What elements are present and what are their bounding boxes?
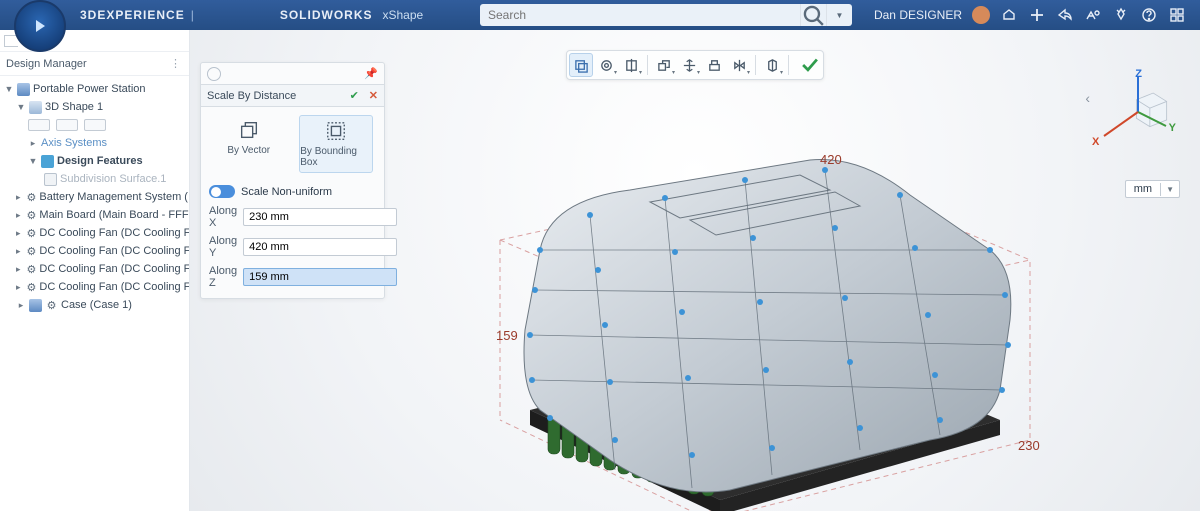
collab-icon[interactable]	[1084, 6, 1102, 24]
tool-visibility[interactable]: ▾	[594, 53, 618, 77]
toggle-label: Scale Non-uniform	[241, 186, 332, 198]
tool-symmetry[interactable]: ▾	[727, 53, 751, 77]
tree-item[interactable]: ▸⚙DC Cooling Fan (DC Cooling F…	[0, 260, 189, 278]
plane-chip-yz[interactable]	[56, 119, 78, 131]
units-label: mm	[1126, 181, 1160, 197]
avatar[interactable]	[972, 6, 990, 24]
chevron-down-icon: ▼	[1160, 183, 1179, 196]
search-box: ▼	[480, 4, 852, 26]
tree-subdivision-surface[interactable]: Subdivision Surface.1	[0, 170, 189, 188]
tree-item[interactable]: ▸⚙Main Board (Main Board - FFF 1)	[0, 206, 189, 224]
tree-item[interactable]: ▸⚙DC Cooling Fan (DC Cooling F…	[0, 224, 189, 242]
scale-by-distance-panel: 📌 Scale By Distance ✔ ✕ By Vector By Bou…	[200, 62, 385, 299]
add-icon[interactable]	[1028, 6, 1046, 24]
tree-axis-systems[interactable]: ▸Axis Systems	[0, 134, 189, 152]
help-icon[interactable]	[1140, 6, 1158, 24]
tool-align[interactable]: ▾	[619, 53, 643, 77]
vector-icon	[238, 119, 260, 141]
tool-display[interactable]: ▾	[760, 53, 784, 77]
tool-scale[interactable]: ▾	[652, 53, 676, 77]
dim-x: 420	[820, 152, 842, 167]
dim-z: 230	[1018, 438, 1040, 453]
axis-y-label: Y	[1169, 122, 1176, 134]
dim-y: 159	[496, 328, 518, 343]
along-y-input[interactable]	[243, 238, 397, 256]
model-render: 420 159 230	[430, 120, 1070, 511]
user-name[interactable]: Dan DESIGNER	[874, 8, 962, 22]
3d-viewport[interactable]: ▾ ▾ ▾ ▾ ▾ ▾ 📌 Scale By Distance ✔ ✕	[190, 30, 1200, 511]
bbox-icon	[325, 120, 347, 142]
tree-root[interactable]: ▼Portable Power Station	[0, 80, 189, 98]
along-x-input[interactable]	[243, 208, 397, 226]
tree-item[interactable]: ▸⚙Battery Management System (…	[0, 188, 189, 206]
tree-item[interactable]: ▸⚙Case (Case 1)	[0, 296, 189, 314]
pin-icon[interactable]: 📌	[364, 67, 378, 80]
tree-design-features[interactable]: ▼Design Features	[0, 152, 189, 170]
action-toolbar: ▾ ▾ ▾ ▾ ▾ ▾	[566, 50, 824, 80]
panel-title: Scale By Distance	[207, 90, 350, 102]
product-label: SOLIDWORKS	[280, 8, 373, 22]
ifwe-icon[interactable]	[1112, 6, 1130, 24]
tool-select[interactable]	[569, 53, 593, 77]
view-triad[interactable]: Z Y X	[1060, 70, 1170, 170]
compass-button[interactable]	[14, 0, 66, 52]
axis-x-label: X	[1092, 136, 1099, 148]
search-input[interactable]	[480, 8, 800, 22]
mode-by-bounding-box[interactable]: By Bounding Box	[299, 115, 373, 173]
plane-chip-zx[interactable]	[84, 119, 106, 131]
notifications-icon[interactable]	[1000, 6, 1018, 24]
tree-3dshape[interactable]: ▼3D Shape 1	[0, 98, 189, 116]
home-icon[interactable]	[1168, 6, 1186, 24]
search-scope-dropdown[interactable]: ▼	[826, 4, 852, 26]
cancel-button[interactable]: ✕	[369, 89, 378, 102]
app-topbar: 3DEXPERIENCE | SOLIDWORKS xShape ▼ Dan D…	[0, 0, 1200, 30]
apply-button[interactable]: ✔	[350, 89, 359, 102]
toolbar-ok-icon[interactable]	[799, 54, 821, 76]
scale-nonuniform-toggle[interactable]	[209, 185, 235, 198]
search-icon[interactable]	[800, 4, 826, 26]
mode-by-vector[interactable]: By Vector	[212, 115, 286, 173]
app-label: xShape	[383, 8, 424, 22]
tree-item[interactable]: ▸⚙DC Cooling Fan (DC Cooling F…	[0, 278, 189, 296]
share-icon[interactable]	[1056, 6, 1074, 24]
tool-translate[interactable]: ▾	[677, 53, 701, 77]
panel-menu-icon[interactable]: ⋮	[170, 57, 183, 70]
units-selector[interactable]: mm ▼	[1125, 180, 1180, 198]
axis-z-label: Z	[1135, 68, 1142, 80]
panel-title: Design Manager	[6, 58, 87, 70]
design-manager-panel: Design Manager ⋮ ▼Portable Power Station…	[0, 30, 190, 511]
tool-extrude[interactable]	[702, 53, 726, 77]
feature-tree: ▼Portable Power Station ▼3D Shape 1 ▸Axi…	[0, 76, 189, 511]
panel-cmd-icon	[207, 67, 221, 81]
along-z-input[interactable]	[243, 268, 397, 286]
play-icon	[36, 20, 45, 32]
plane-chip-xy[interactable]	[28, 119, 50, 131]
brand-label: 3DEXPERIENCE	[80, 8, 185, 22]
tree-item[interactable]: ▸⚙DC Cooling Fan (DC Cooling F…	[0, 242, 189, 260]
